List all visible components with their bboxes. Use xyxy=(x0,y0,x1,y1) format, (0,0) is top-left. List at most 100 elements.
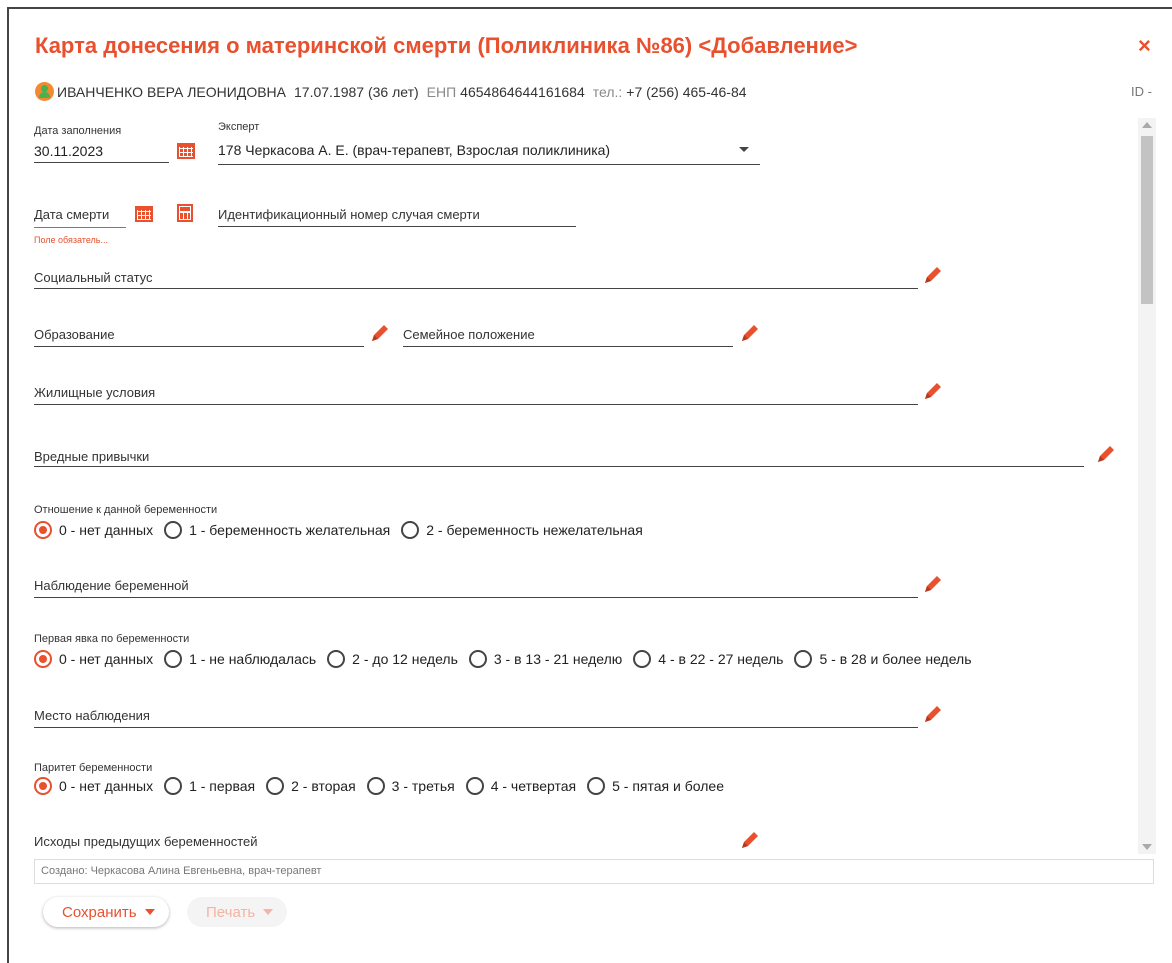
attitude-option-1[interactable]: 1 - беременность желательная xyxy=(164,521,390,539)
parity-option-1[interactable]: 1 - первая xyxy=(164,777,255,795)
attitude-option-0[interactable]: 0 - нет данных xyxy=(34,521,153,539)
fill-date-input[interactable]: 30.11.2023 xyxy=(34,143,103,159)
attitude-option-2[interactable]: 2 - беременность нежелательная xyxy=(401,521,643,539)
scroll-up-icon[interactable] xyxy=(1142,122,1152,128)
death-date-underline xyxy=(34,227,126,228)
housing-underline xyxy=(34,404,918,405)
option-label: 3 - третья xyxy=(391,778,455,794)
option-label: 2 - до 12 недель xyxy=(352,651,458,667)
save-button-label: Сохранить xyxy=(62,903,137,921)
first-visit-option-2[interactable]: 2 - до 12 недель xyxy=(327,650,458,668)
radio-icon xyxy=(327,650,346,668)
radio-icon xyxy=(266,777,285,795)
option-label: 0 - нет данных xyxy=(59,522,154,538)
first-visit-radio-group: 0 - нет данных 1 - не наблюдалась 2 - до… xyxy=(34,650,983,668)
death-date-label[interactable]: Дата смерти xyxy=(34,207,109,222)
option-label: 5 - пятая и более xyxy=(612,778,724,794)
pencil-icon[interactable] xyxy=(923,574,943,594)
radio-checked-icon xyxy=(34,777,52,795)
calendar-icon[interactable] xyxy=(135,204,153,222)
pencil-icon[interactable] xyxy=(370,323,390,343)
observation-place-underline xyxy=(34,727,918,728)
death-case-id-label[interactable]: Идентификационный номер случая смерти xyxy=(218,207,480,222)
close-icon[interactable]: × xyxy=(1138,33,1151,59)
pencil-icon[interactable] xyxy=(923,381,943,401)
observation-field[interactable]: Наблюдение беременной xyxy=(34,578,189,593)
habits-field[interactable]: Вредные привычки xyxy=(34,449,149,464)
parity-option-3[interactable]: 3 - третья xyxy=(366,777,455,795)
option-label: 1 - первая xyxy=(189,778,256,794)
first-visit-option-5[interactable]: 5 - в 28 и более недель xyxy=(794,650,972,668)
marital-status-field[interactable]: Семейное положение xyxy=(403,327,535,342)
calendar-icon[interactable] xyxy=(177,141,195,159)
observation-place-field[interactable]: Место наблюдения xyxy=(34,708,150,723)
expert-underline xyxy=(218,164,760,165)
option-label: 1 - беременность желательная xyxy=(189,522,391,538)
radio-checked-icon xyxy=(34,650,52,668)
parity-option-0[interactable]: 0 - нет данных xyxy=(34,777,153,795)
education-field[interactable]: Образование xyxy=(34,327,115,342)
pencil-icon[interactable] xyxy=(740,830,760,850)
parity-label: Паритет беременности xyxy=(34,762,153,774)
pencil-icon[interactable] xyxy=(1096,444,1116,464)
pencil-icon[interactable] xyxy=(740,323,760,343)
vertical-scrollbar[interactable] xyxy=(1138,118,1156,854)
radio-icon xyxy=(164,521,183,539)
save-button[interactable]: Сохранить xyxy=(43,897,169,927)
chevron-down-icon[interactable] xyxy=(739,147,749,152)
enp-value: 4654864644161684 xyxy=(460,83,585,100)
first-visit-option-0[interactable]: 0 - нет данных xyxy=(34,650,153,668)
option-label: 2 - вторая xyxy=(291,778,356,794)
death-date-error: Поле обязатель... xyxy=(34,235,108,245)
option-label: 1 - не наблюдалась xyxy=(189,651,317,667)
habits-underline xyxy=(34,466,1084,467)
radio-icon xyxy=(366,777,385,795)
phone-value: +7 (256) 465-46-84 xyxy=(626,83,747,100)
first-visit-option-3[interactable]: 3 - в 13 - 21 неделю xyxy=(468,650,623,668)
expert-label: Эксперт xyxy=(218,121,260,133)
pencil-icon[interactable] xyxy=(923,704,943,724)
first-visit-label: Первая явка по беременности xyxy=(34,633,190,645)
marital-status-underline xyxy=(403,346,733,347)
option-label: 5 - в 28 и более недель xyxy=(819,651,972,667)
scroll-thumb[interactable] xyxy=(1141,136,1153,304)
patient-birth: 17.07.1987 (36 лет) xyxy=(294,83,419,100)
print-button-label: Печать xyxy=(206,903,256,921)
radio-checked-icon xyxy=(34,521,52,539)
record-id: ID - xyxy=(1131,84,1152,99)
radio-icon xyxy=(465,777,484,795)
radio-icon xyxy=(164,777,183,795)
attitude-radio-group: 0 - нет данных 1 - беременность желатель… xyxy=(34,521,654,539)
option-label: 0 - нет данных xyxy=(59,778,154,794)
option-label: 4 - четвертая xyxy=(490,778,577,794)
first-visit-option-4[interactable]: 4 - в 22 - 27 недель xyxy=(633,650,783,668)
parity-option-5[interactable]: 5 - пятая и более xyxy=(587,777,724,795)
pencil-icon[interactable] xyxy=(923,265,943,285)
radio-icon xyxy=(468,650,487,668)
option-label: 0 - нет данных xyxy=(59,651,154,667)
print-button[interactable]: Печать xyxy=(187,897,288,927)
education-underline xyxy=(34,346,364,347)
parity-radio-group: 0 - нет данных 1 - первая 2 - вторая 3 -… xyxy=(34,777,735,795)
first-visit-option-1[interactable]: 1 - не наблюдалась xyxy=(164,650,316,668)
dialog-title: Карта донесения о материнской смерти (По… xyxy=(35,33,858,58)
phone-label: тел.: xyxy=(592,83,623,100)
chevron-down-icon xyxy=(144,909,155,915)
patient-info-bar: ИВАНЧЕНКО ВЕРА ЛЕОНИДОВНА 17.07.1987 (36… xyxy=(35,82,747,101)
expert-select[interactable]: 178 Черкасова А. Е. (врач-терапевт, Взро… xyxy=(218,142,610,158)
calculator-icon[interactable] xyxy=(177,204,193,222)
scroll-down-icon[interactable] xyxy=(1142,844,1152,850)
previous-outcomes-field[interactable]: Исходы предыдущих беременностей xyxy=(34,834,258,849)
observation-underline xyxy=(34,597,918,598)
parity-option-2[interactable]: 2 - вторая xyxy=(266,777,356,795)
option-label: 3 - в 13 - 21 неделю xyxy=(493,651,623,667)
parity-option-4[interactable]: 4 - четвертая xyxy=(465,777,577,795)
option-label: 2 - беременность нежелательная xyxy=(426,522,643,538)
radio-icon xyxy=(794,650,813,668)
social-status-field[interactable]: Социальный статус xyxy=(34,270,153,285)
housing-field[interactable]: Жилищные условия xyxy=(34,385,155,400)
chevron-down-icon xyxy=(263,909,274,915)
enp-label: ЕНП xyxy=(426,83,457,100)
radio-icon xyxy=(633,650,652,668)
attitude-label: Отношение к данной беременности xyxy=(34,504,218,516)
